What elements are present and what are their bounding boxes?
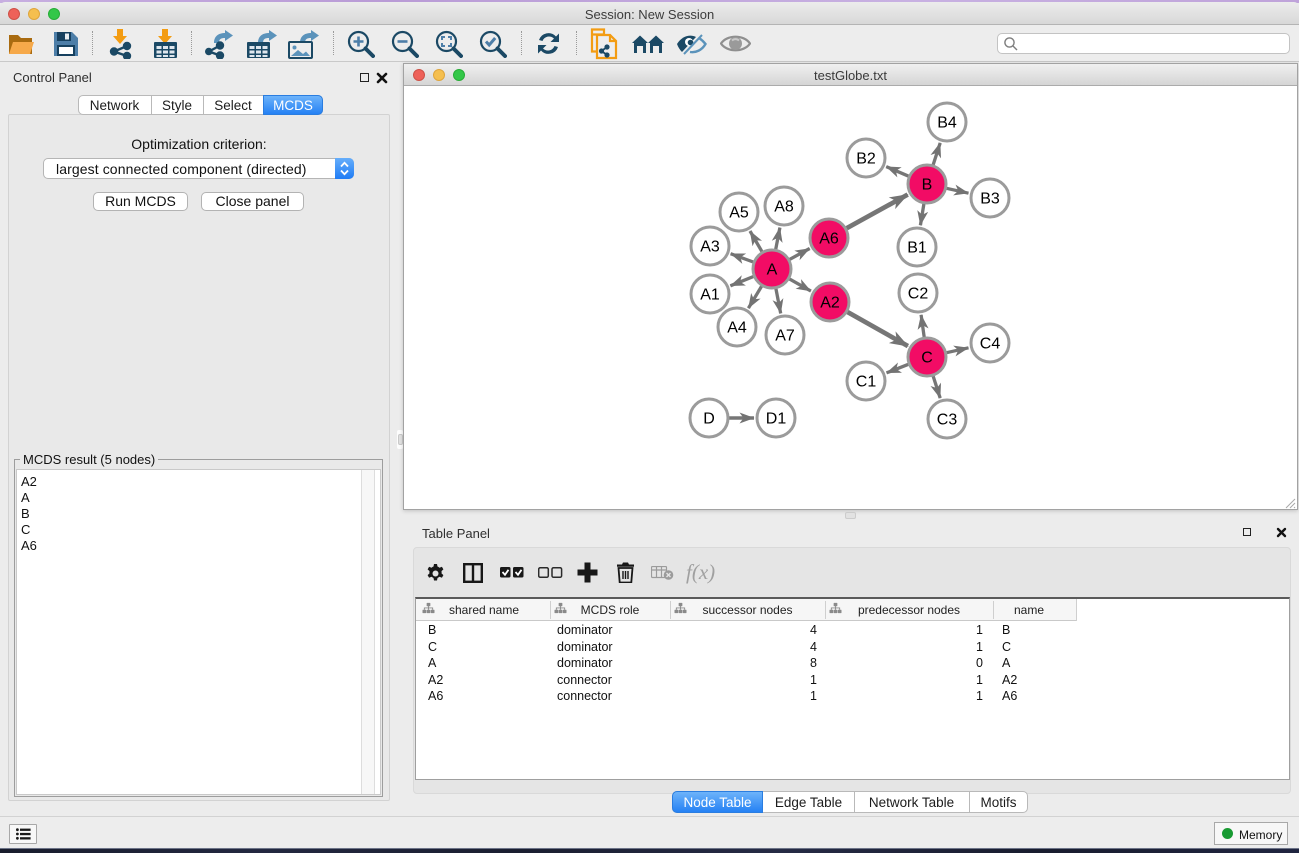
svg-text:A6: A6 bbox=[819, 231, 839, 248]
svg-text:B2: B2 bbox=[856, 151, 876, 168]
svg-text:C3: C3 bbox=[937, 412, 958, 429]
svg-text:A3: A3 bbox=[700, 239, 720, 256]
svg-text:C4: C4 bbox=[980, 336, 1001, 353]
svg-text:A5: A5 bbox=[729, 205, 749, 222]
svg-text:A1: A1 bbox=[700, 287, 720, 304]
svg-text:A: A bbox=[767, 262, 778, 279]
svg-text:B1: B1 bbox=[907, 240, 927, 257]
svg-text:A2: A2 bbox=[820, 295, 840, 312]
svg-text:A4: A4 bbox=[727, 320, 747, 337]
svg-text:B4: B4 bbox=[937, 115, 957, 132]
svg-text:A7: A7 bbox=[775, 328, 795, 345]
svg-text:C2: C2 bbox=[908, 286, 929, 303]
svg-text:B: B bbox=[922, 177, 933, 194]
svg-text:D: D bbox=[703, 411, 715, 428]
svg-text:A8: A8 bbox=[774, 199, 794, 216]
svg-text:C1: C1 bbox=[856, 374, 877, 391]
svg-text:D1: D1 bbox=[766, 411, 787, 428]
svg-text:B3: B3 bbox=[980, 191, 1000, 208]
svg-text:C: C bbox=[921, 350, 933, 367]
